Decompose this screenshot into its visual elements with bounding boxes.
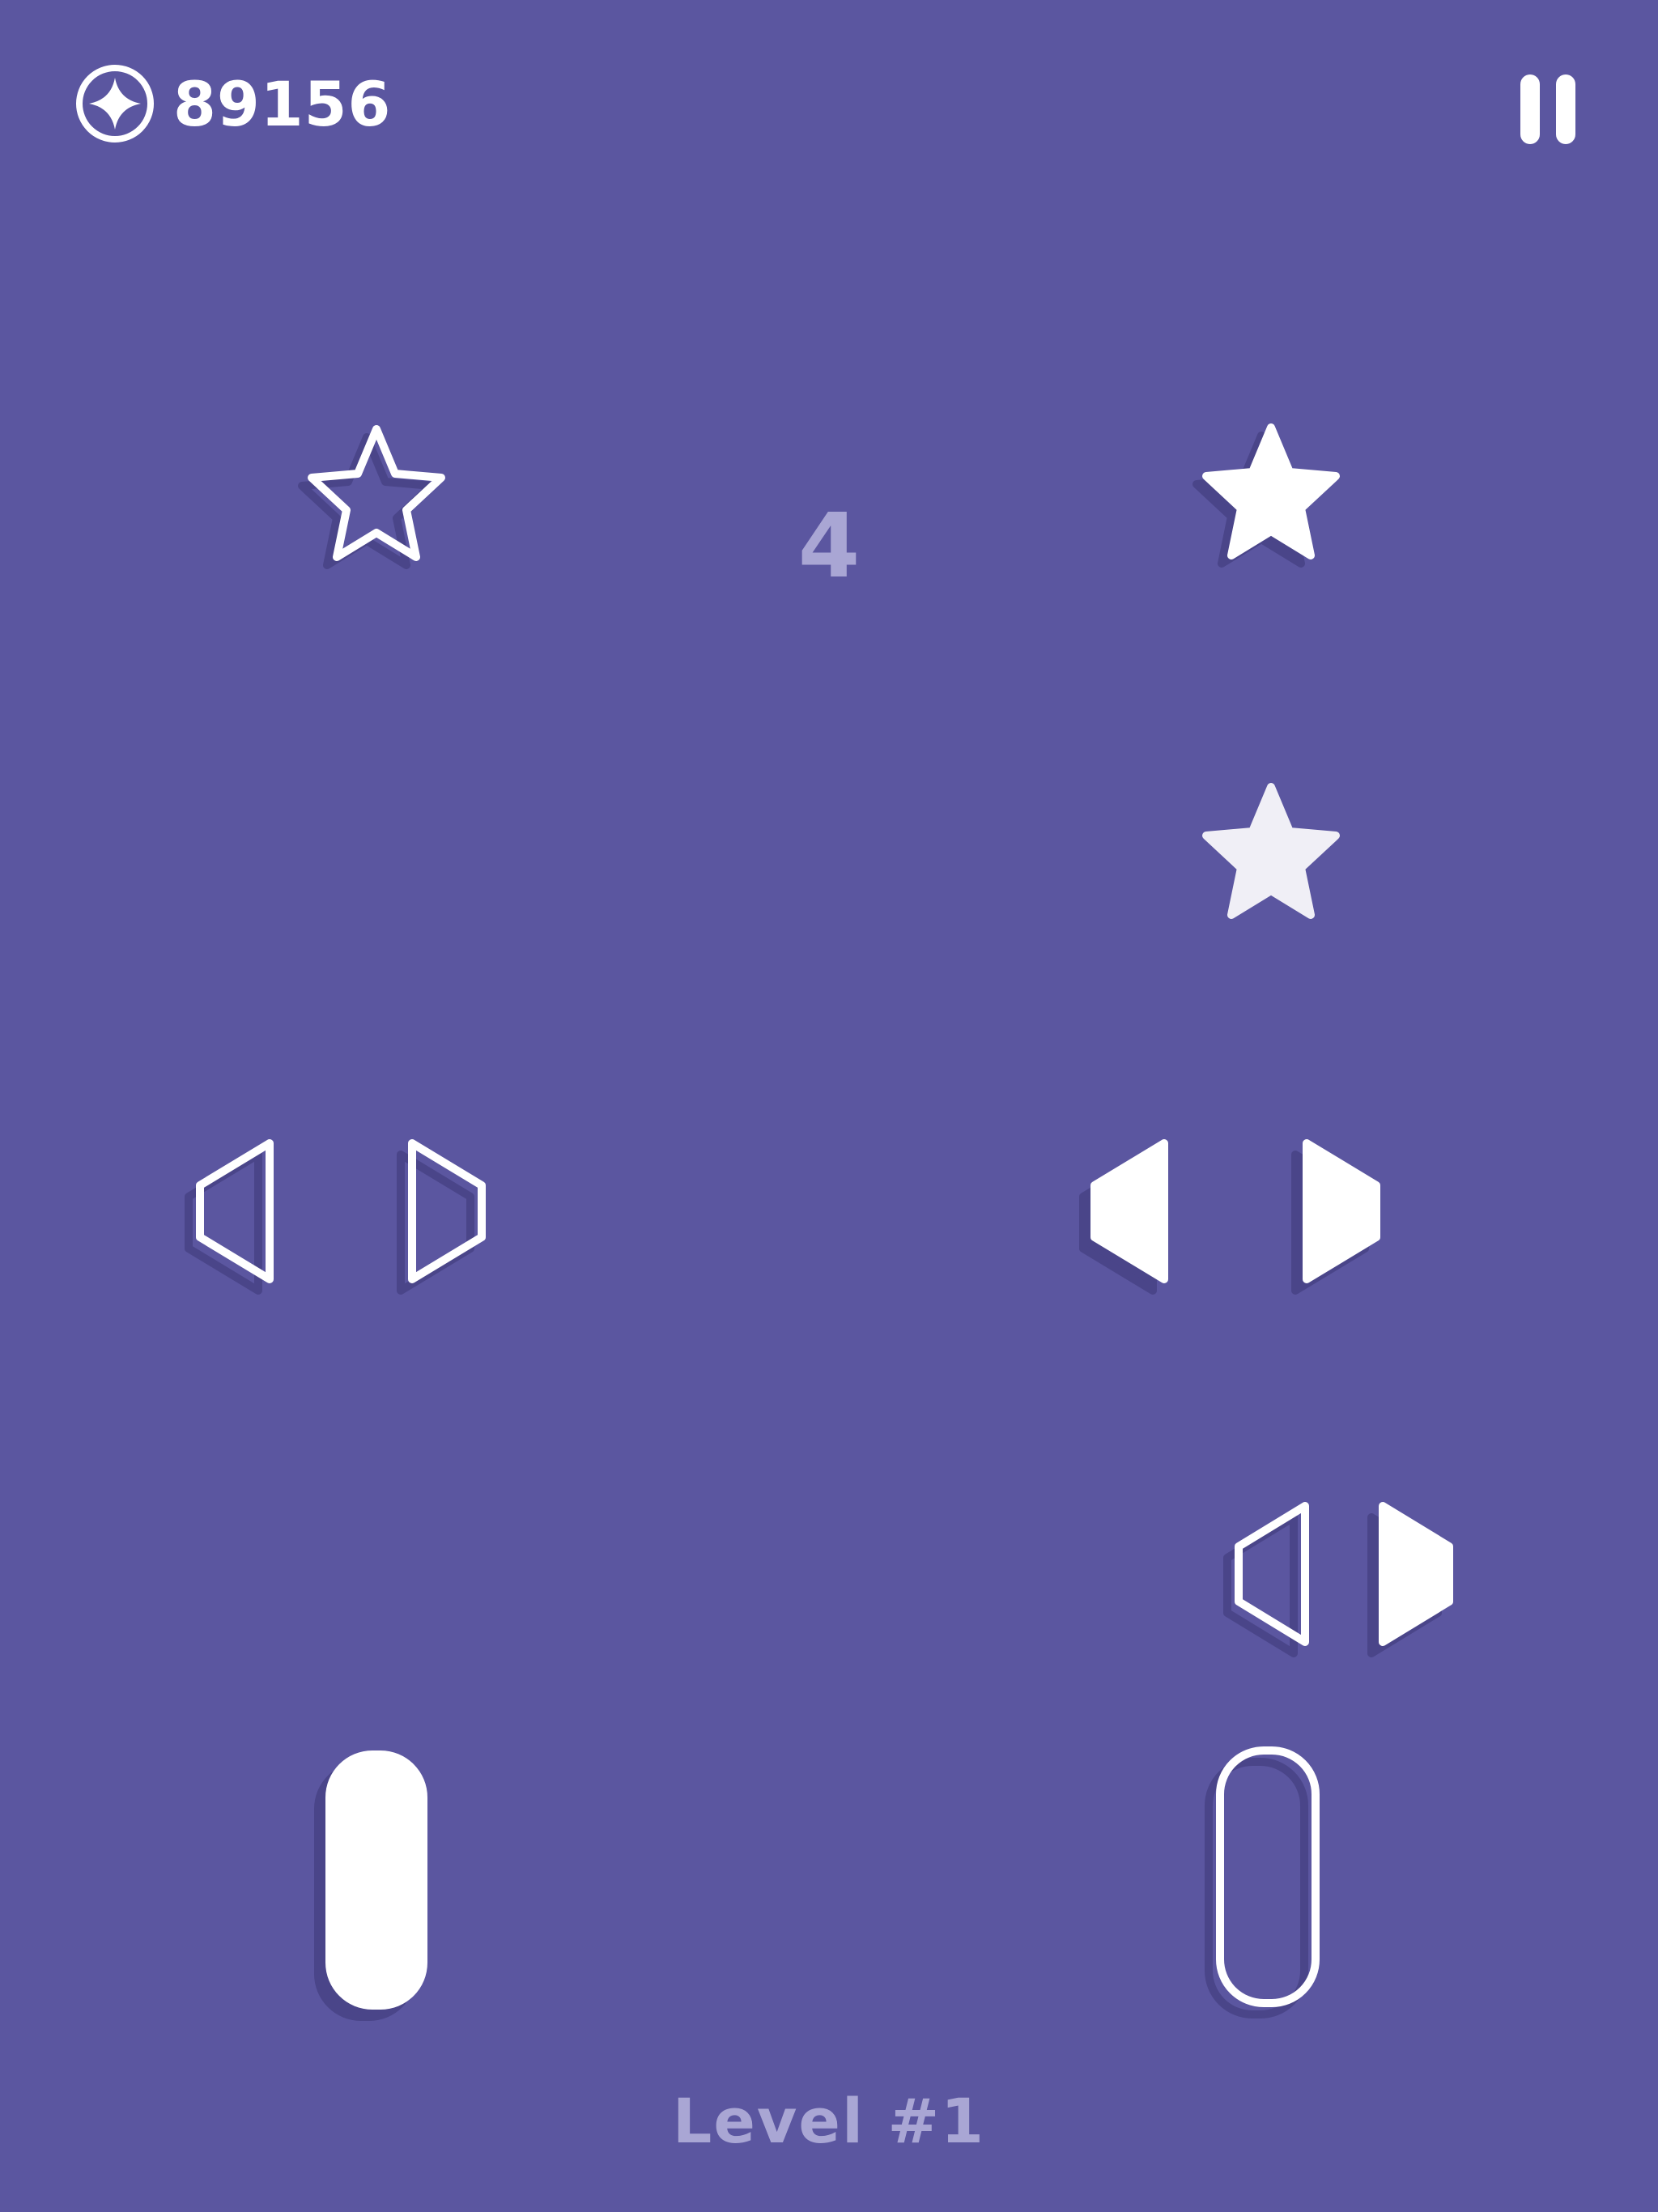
split-hexagon-outline-left[interactable] — [185, 1134, 563, 1295]
pause-icon — [1520, 74, 1540, 144]
split-hexagon-filled-right[interactable] — [1079, 1134, 1465, 1295]
star-coin-icon — [76, 65, 154, 143]
pill-filled-left[interactable] — [312, 1741, 441, 2024]
score-display: 89156 — [74, 57, 391, 151]
split-hexagon-mixed-right[interactable] — [1223, 1496, 1473, 1658]
star-outline-left[interactable] — [300, 421, 453, 575]
pause-button[interactable] — [1514, 74, 1582, 144]
level-label: Level #1 — [672, 2085, 986, 2157]
pill-outline-right[interactable] — [1205, 1741, 1336, 2024]
countdown-number: 4 — [797, 494, 861, 598]
star-ghost-right — [1194, 779, 1348, 933]
star-filled-right[interactable] — [1194, 419, 1348, 573]
score-value: 89156 — [173, 67, 392, 140]
